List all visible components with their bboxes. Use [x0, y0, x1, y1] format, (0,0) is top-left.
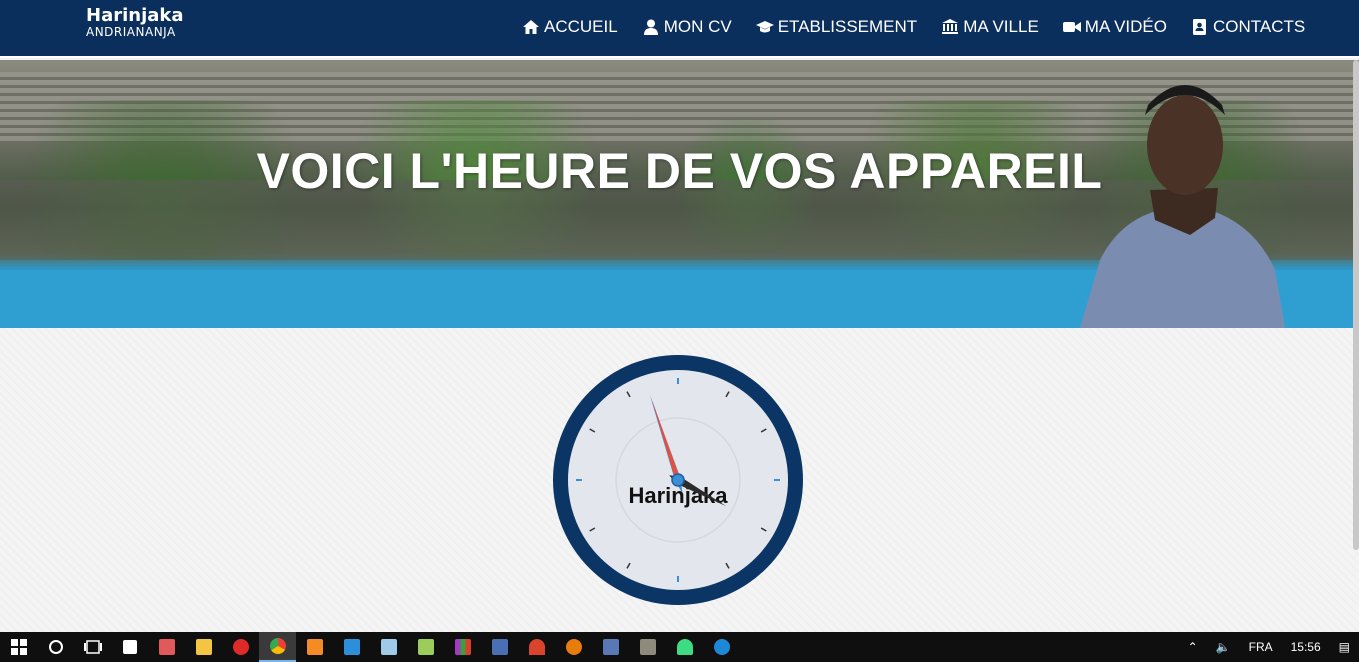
main-nav: ACCUEIL MON CV ETABLISSEMENT MA VILLE MA…: [522, 17, 1305, 37]
hero-title: VOICI L'HEURE DE VOS APPAREIL: [256, 143, 1103, 199]
graduation-cap-icon: [755, 21, 774, 33]
gimp-icon[interactable]: [629, 632, 666, 662]
video-camera-icon: [1062, 22, 1081, 32]
nav-accueil[interactable]: ACCUEIL: [522, 17, 618, 37]
windows-taskbar: ⌃ 🔈 FRA 15:56 ▤: [0, 632, 1359, 662]
nav-etablissement[interactable]: ETABLISSEMENT: [755, 17, 918, 37]
windows-start-icon[interactable]: [0, 632, 37, 662]
app-icon[interactable]: [518, 632, 555, 662]
sublime-icon[interactable]: [296, 632, 333, 662]
hero-banner: VOICI L'HEURE DE VOS APPAREIL: [0, 60, 1359, 328]
home-icon: [523, 20, 539, 34]
language-indicator[interactable]: FRA: [1249, 640, 1273, 654]
nav-label: MA VILLE: [963, 17, 1039, 36]
navbar: Harinjaka ANDRIANANJA ACCUEIL MON CV ETA…: [0, 0, 1359, 58]
file-explorer-icon[interactable]: [185, 632, 222, 662]
address-book-icon: [1192, 19, 1206, 35]
cpu-z-icon[interactable]: [481, 632, 518, 662]
brand-last-name: ANDRIANANJA: [86, 25, 176, 39]
system-tray: ⌃ 🔈 FRA 15:56 ▤: [1179, 632, 1359, 662]
speaker-icon[interactable]: 🔈: [1216, 640, 1231, 654]
nav-ma-ville[interactable]: MA VILLE: [941, 17, 1039, 37]
edge-icon[interactable]: [703, 632, 740, 662]
chrome-icon[interactable]: [259, 632, 296, 662]
nav-label: ACCUEIL: [544, 17, 618, 36]
user-icon: [643, 19, 658, 35]
notepad-icon[interactable]: [370, 632, 407, 662]
nav-label: MA VIDÉO: [1084, 17, 1167, 36]
task-view-icon[interactable]: [74, 632, 111, 662]
opera-icon[interactable]: [222, 632, 259, 662]
nav-ma-video[interactable]: MA VIDÉO: [1062, 17, 1167, 37]
store-icon[interactable]: [111, 632, 148, 662]
institution-icon: [942, 19, 959, 34]
brand-logo[interactable]: Harinjaka ANDRIANANJA: [86, 5, 184, 39]
android-studio-icon[interactable]: [666, 632, 703, 662]
git-icon[interactable]: [592, 632, 629, 662]
page-scrollbar[interactable]: [1353, 60, 1359, 550]
nav-label: MON CV: [663, 17, 732, 36]
nav-mon-cv[interactable]: MON CV: [642, 17, 732, 37]
chevron-up-icon[interactable]: ⌃: [1188, 640, 1198, 654]
brand-first-name: Harinjaka: [86, 5, 184, 26]
paint-icon[interactable]: [148, 632, 185, 662]
blender-icon[interactable]: [555, 632, 592, 662]
notepad-plus-icon[interactable]: [407, 632, 444, 662]
clock-center-pin: [671, 473, 685, 487]
nav-label: CONTACTS: [1212, 17, 1306, 36]
nav-contacts[interactable]: CONTACTS: [1191, 17, 1305, 37]
clock-time[interactable]: 15:56: [1291, 640, 1321, 654]
cortana-icon[interactable]: [37, 632, 74, 662]
nav-label: ETABLISSEMENT: [777, 17, 918, 36]
analog-clock: Harinjaka: [553, 355, 803, 605]
notification-icon[interactable]: ▤: [1339, 640, 1350, 654]
clock-label: Harinjaka: [628, 483, 728, 508]
winrar-icon[interactable]: [444, 632, 481, 662]
vscode-icon[interactable]: [333, 632, 370, 662]
